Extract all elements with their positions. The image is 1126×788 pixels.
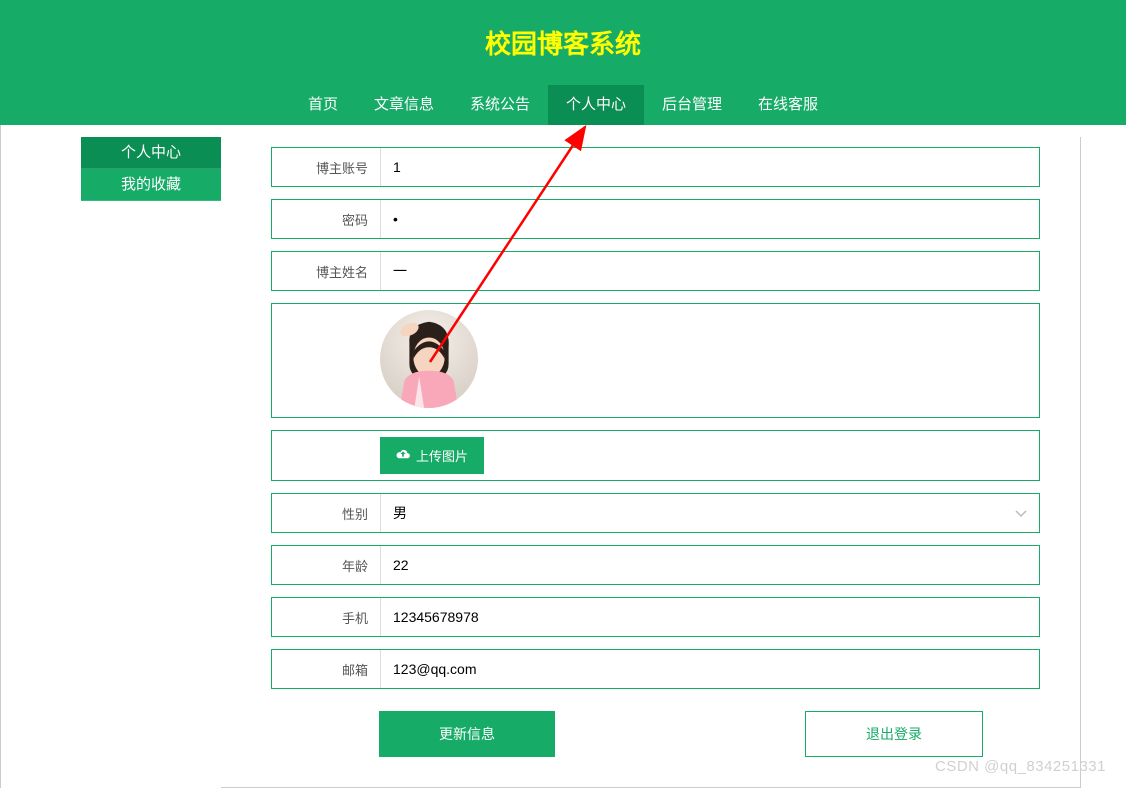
nav-profile[interactable]: 个人中心: [548, 85, 644, 125]
input-name[interactable]: [380, 252, 1039, 290]
action-buttons: 更新信息 退出登录: [271, 711, 1040, 757]
main-container: 个人中心 我的收藏 博主账号 密码 博主姓名: [0, 125, 1126, 788]
nav-home[interactable]: 首页: [290, 85, 356, 125]
field-upload: 上传图片: [271, 430, 1040, 481]
upload-button[interactable]: 上传图片: [380, 437, 484, 474]
sidebar-item-profile[interactable]: 个人中心: [81, 137, 221, 169]
cloud-upload-icon: [396, 448, 410, 463]
avatar: [380, 310, 478, 408]
label-phone: 手机: [272, 608, 380, 627]
input-email[interactable]: [380, 650, 1039, 688]
profile-form: 博主账号 密码 博主姓名: [221, 137, 1081, 788]
sidebar-item-favorites[interactable]: 我的收藏: [81, 169, 221, 201]
field-account: 博主账号: [271, 147, 1040, 187]
field-email: 邮箱: [271, 649, 1040, 689]
field-gender: 性别: [271, 493, 1040, 533]
watermark: CSDN @qq_834251331: [935, 758, 1106, 775]
nav-announcements[interactable]: 系统公告: [452, 85, 548, 125]
sidebar: 个人中心 我的收藏: [81, 137, 221, 788]
field-age: 年龄: [271, 545, 1040, 585]
nav-articles[interactable]: 文章信息: [356, 85, 452, 125]
select-gender[interactable]: [380, 494, 1039, 532]
logout-button[interactable]: 退出登录: [805, 711, 983, 757]
header-banner: 校园博客系统: [0, 0, 1126, 85]
input-age[interactable]: [380, 546, 1039, 584]
upload-label: 上传图片: [416, 446, 468, 465]
field-name: 博主姓名: [271, 251, 1040, 291]
label-age: 年龄: [272, 556, 380, 575]
top-nav: 首页 文章信息 系统公告 个人中心 后台管理 在线客服: [0, 85, 1126, 125]
label-password: 密码: [272, 210, 380, 229]
update-button[interactable]: 更新信息: [379, 711, 555, 757]
label-email: 邮箱: [272, 660, 380, 679]
input-account[interactable]: [380, 148, 1039, 186]
field-avatar: [271, 303, 1040, 418]
field-phone: 手机: [271, 597, 1040, 637]
input-phone[interactable]: [380, 598, 1039, 636]
label-name: 博主姓名: [272, 262, 380, 281]
label-account: 博主账号: [272, 158, 380, 177]
nav-support[interactable]: 在线客服: [740, 85, 836, 125]
field-password: 密码: [271, 199, 1040, 239]
label-gender: 性别: [272, 504, 380, 523]
site-title: 校园博客系统: [485, 24, 641, 61]
nav-admin[interactable]: 后台管理: [644, 85, 740, 125]
input-password[interactable]: [380, 200, 1039, 238]
